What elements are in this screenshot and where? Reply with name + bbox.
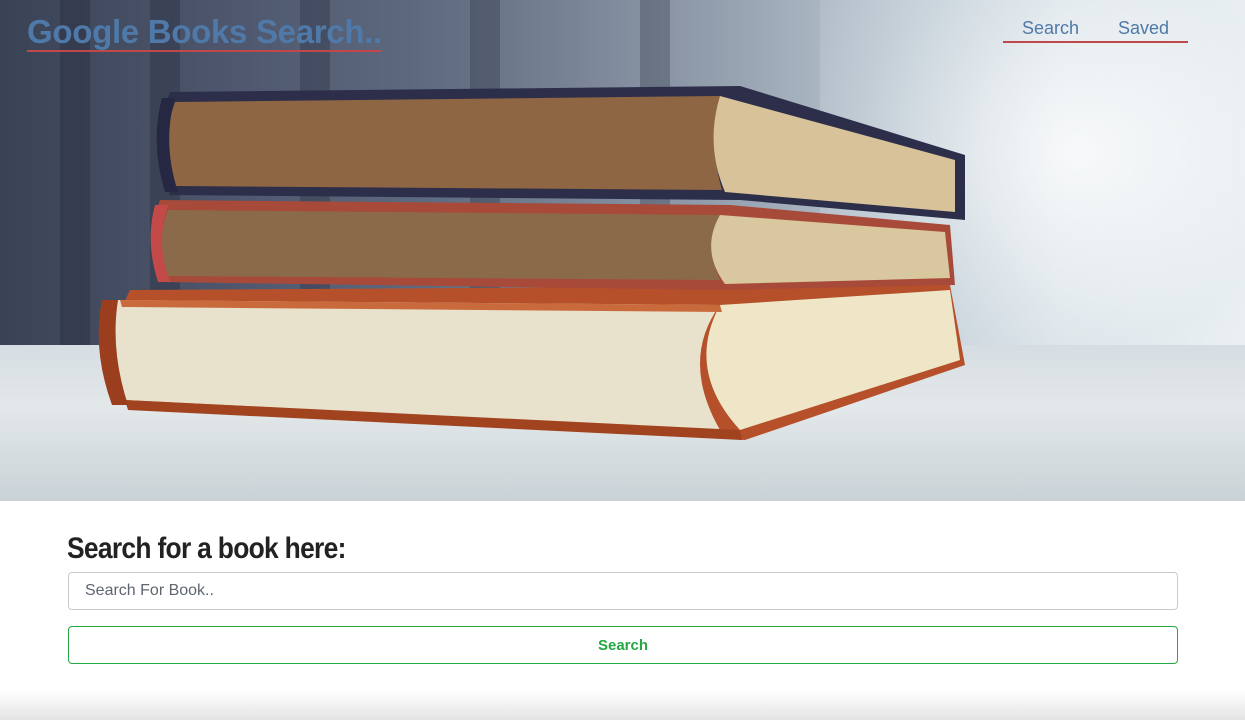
search-button[interactable]: Search (68, 626, 1178, 664)
top-book (156, 86, 965, 220)
bottom-book (98, 285, 965, 440)
search-input[interactable] (68, 572, 1178, 610)
nav-link-search[interactable]: Search (1022, 16, 1079, 40)
hero-banner: Google Books Search.. Search Saved (0, 0, 1245, 501)
middle-book (150, 200, 955, 290)
brand-logo-link[interactable]: Google Books Search.. (27, 14, 382, 52)
top-nav: Search Saved (1003, 16, 1188, 43)
page-bottom-shadow (0, 690, 1245, 720)
book-stack-illustration (98, 86, 965, 440)
search-heading: Search for a book here: (67, 532, 346, 565)
nav-link-saved[interactable]: Saved (1118, 16, 1169, 40)
